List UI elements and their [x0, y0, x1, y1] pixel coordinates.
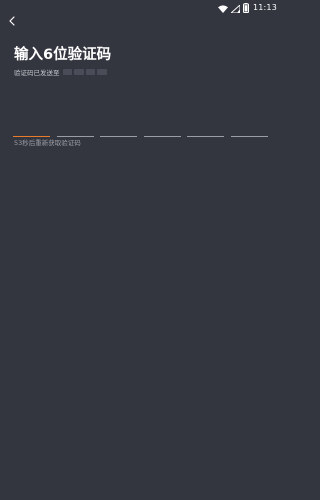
signal-icon	[229, 0, 241, 17]
code-slot-underline	[143, 135, 181, 137]
code-slot-underline	[100, 135, 138, 137]
code-slot-4[interactable]	[143, 117, 181, 137]
status-icons: 11:13	[217, 1, 277, 13]
sent-to-row: 验证码已发送至	[14, 67, 107, 77]
code-slot-underline	[230, 135, 268, 137]
status-bar: 11:13	[0, 0, 281, 14]
page-title: 输入6位验证码	[14, 47, 112, 63]
battery-icon	[242, 0, 249, 17]
code-slot-6[interactable]	[230, 117, 268, 137]
wifi-icon	[217, 0, 228, 17]
chevron-left-icon	[8, 11, 16, 30]
code-slot-5[interactable]	[187, 117, 225, 137]
back-button[interactable]	[5, 13, 19, 27]
code-slot-1[interactable]	[13, 117, 50, 137]
verification-code-input[interactable]	[13, 117, 268, 137]
code-slot-2[interactable]	[56, 117, 94, 137]
masked-phone-number	[62, 69, 107, 75]
code-slot-3[interactable]	[100, 117, 138, 137]
status-time: 11:13	[252, 2, 277, 12]
sent-to-label: 验证码已发送至	[14, 69, 60, 77]
code-slot-underline	[187, 135, 225, 137]
resend-countdown: 53秒后重新获取验证码	[14, 139, 81, 147]
